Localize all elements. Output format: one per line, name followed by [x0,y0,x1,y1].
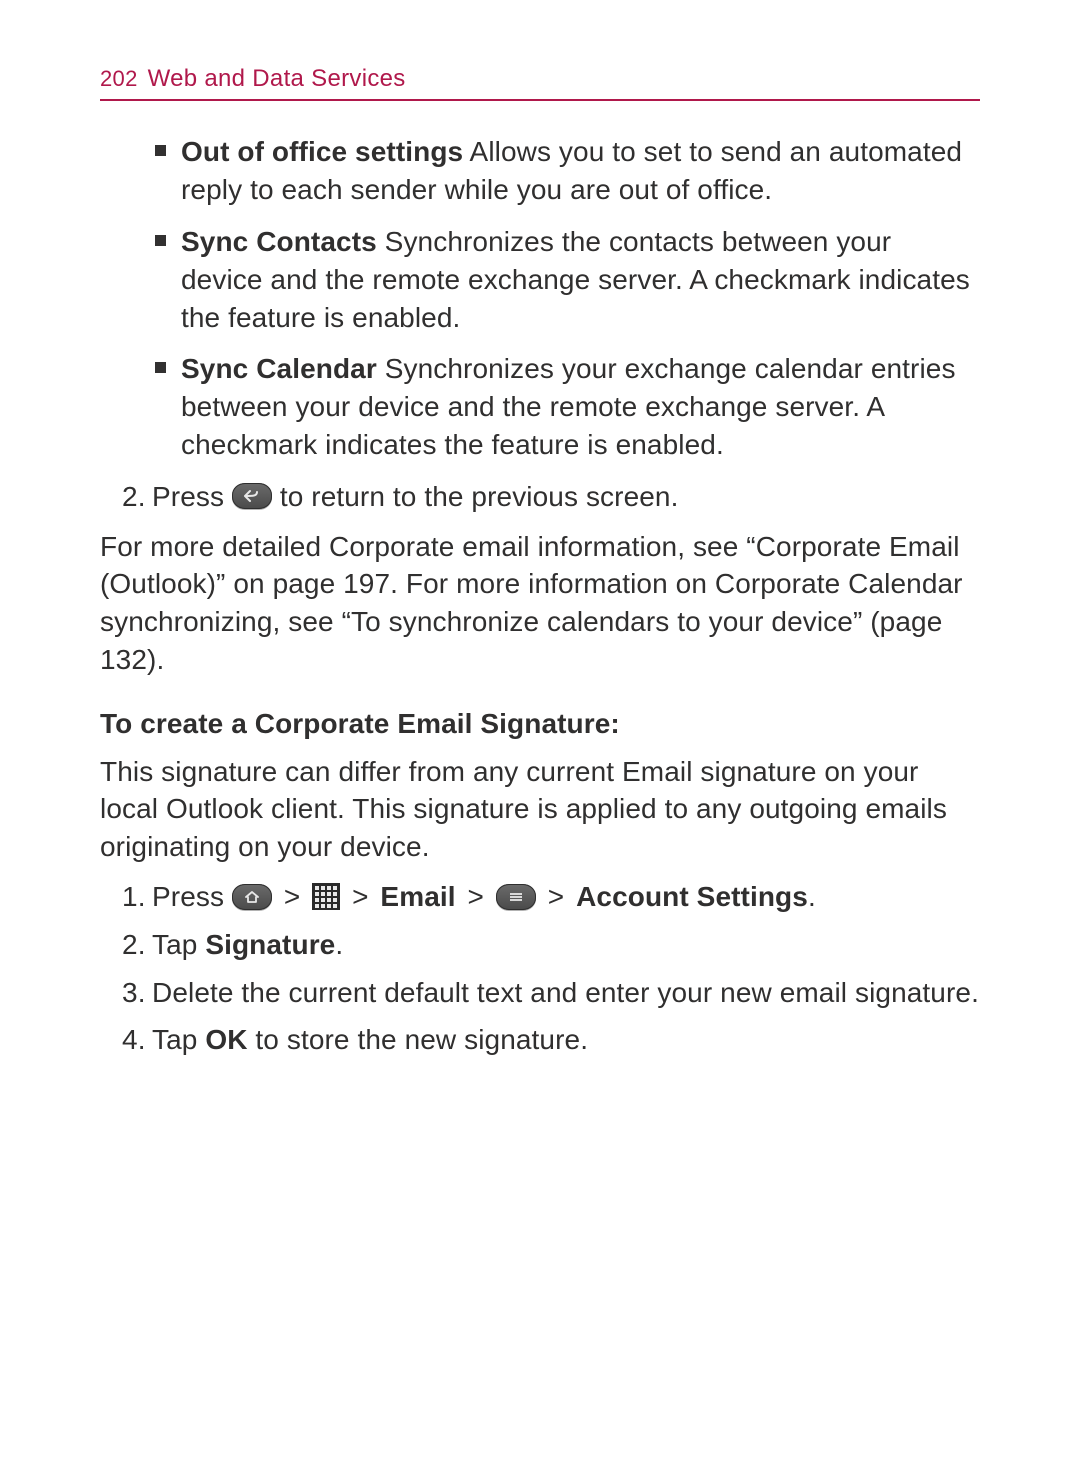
breadcrumb-separator: > [468,881,492,912]
sig-step-2: Tap Signature. [122,926,980,964]
text-signature: Signature [205,929,335,960]
sig-step-3: Delete the current default text and ente… [122,974,980,1012]
breadcrumb-separator: > [352,881,376,912]
section-title: Web and Data Services [148,63,406,95]
menu-key-icon [496,884,536,910]
text-tap: Tap [152,1024,205,1055]
manual-page: 202 Web and Data Services Out of office … [0,0,1080,1460]
sig-step-4: Tap OK to store the new signature. [122,1021,980,1059]
bullet-term: Out of office settings [181,136,463,167]
cross-reference-paragraph: For more detailed Corporate email inform… [100,528,980,679]
page-number: 202 [100,64,138,94]
breadcrumb-account-settings: Account Settings [576,881,808,912]
procedure-intro: This signature can differ from any curre… [100,753,980,866]
text-ok: OK [205,1024,247,1055]
procedure-heading: To create a Corporate Email Signature: [100,705,980,743]
period: . [808,881,816,912]
text-tap: Tap [152,929,205,960]
signature-steps: Press > > Email > > Account Settings. [100,878,980,1059]
text-rest: to store the new signature. [248,1024,589,1055]
feature-bullet-list: Out of office settings Allows you to set… [100,133,980,463]
step-text-pre: Press [152,481,232,512]
period: . [335,929,343,960]
apps-grid-icon [312,883,340,910]
back-key-icon [232,483,272,509]
running-header: 202 Web and Data Services [100,63,980,101]
breadcrumb-email: Email [380,881,455,912]
step-press-back: Press to return to the previous screen. [122,478,980,516]
sig-step-1: Press > > Email > > Account Settings. [122,878,980,916]
return-step-list: Press to return to the previous screen. [100,478,980,516]
body-column: Out of office settings Allows you to set… [100,133,980,1059]
step-text-post: to return to the previous screen. [280,481,679,512]
text-press: Press [152,881,232,912]
bullet-out-of-office: Out of office settings Allows you to set… [155,133,980,209]
bullet-term: Sync Calendar [181,353,377,384]
bullet-term: Sync Contacts [181,226,377,257]
breadcrumb-separator: > [284,881,308,912]
bullet-sync-calendar: Sync Calendar Synchronizes your exchange… [155,350,980,463]
breadcrumb-separator: > [548,881,572,912]
bullet-sync-contacts: Sync Contacts Synchronizes the contacts … [155,223,980,336]
home-key-icon [232,884,272,910]
